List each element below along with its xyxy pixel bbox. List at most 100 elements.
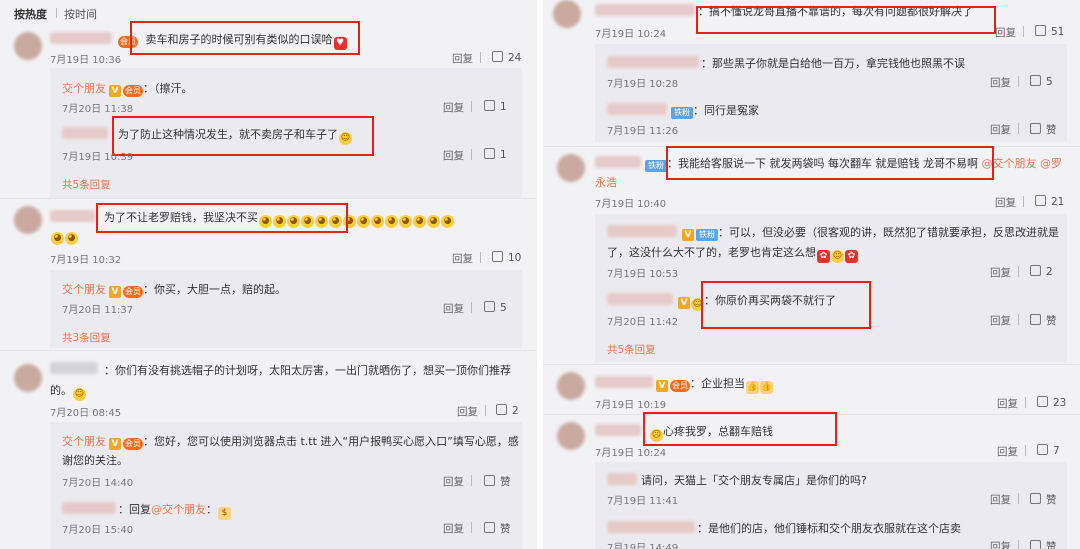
action-divider bbox=[1023, 26, 1024, 37]
reply-author-name[interactable]: 交个朋友 bbox=[62, 283, 106, 296]
avatar[interactable] bbox=[557, 154, 585, 182]
commenter-name-blurred[interactable] bbox=[595, 4, 695, 16]
avatar[interactable] bbox=[557, 372, 585, 400]
avatar[interactable] bbox=[553, 0, 581, 28]
commenter-name-blurred[interactable] bbox=[595, 156, 641, 168]
view-more-replies-link[interactable]: 共3条回复 bbox=[62, 330, 111, 345]
sort-divider bbox=[56, 8, 57, 18]
comment-time: 7月19日 10:19 bbox=[595, 400, 667, 411]
like-count: 10 bbox=[508, 252, 522, 264]
highlight-box bbox=[130, 21, 360, 55]
action-divider bbox=[471, 475, 472, 486]
reply-button[interactable]: 回复 bbox=[995, 195, 1016, 210]
avatar[interactable] bbox=[557, 422, 585, 450]
reply-button[interactable]: 回复 bbox=[452, 51, 473, 66]
commenter-name-blurred[interactable] bbox=[595, 376, 653, 388]
reply-button[interactable]: 回复 bbox=[443, 148, 464, 163]
commenter-name-blurred[interactable] bbox=[50, 210, 96, 222]
like-button[interactable]: 赞 bbox=[484, 521, 511, 536]
reply-button[interactable]: 回复 bbox=[457, 404, 478, 419]
comment-line-2: 的。 ☺ bbox=[50, 382, 86, 401]
action-divider bbox=[1023, 196, 1024, 207]
sort-by-time-tab[interactable]: 按时间 bbox=[64, 6, 97, 22]
reply-button[interactable]: 回复 bbox=[990, 122, 1011, 137]
reply-author-blurred[interactable] bbox=[607, 473, 637, 485]
reply-button[interactable]: 回复 bbox=[443, 521, 464, 536]
reply-author-blurred[interactable] bbox=[607, 521, 695, 533]
reply-button[interactable]: 回复 bbox=[452, 251, 473, 266]
like-count: 赞 bbox=[1046, 124, 1057, 136]
reply-time: 7月20日 11:42 bbox=[607, 317, 679, 328]
like-button[interactable]: 2 bbox=[496, 404, 519, 417]
thumbs-up-emoji-icon: 👍 bbox=[760, 381, 773, 394]
commenter-name-blurred[interactable] bbox=[595, 424, 641, 436]
like-button[interactable]: 24 bbox=[492, 51, 521, 64]
reply-author-blurred[interactable] bbox=[607, 103, 667, 115]
avatar[interactable] bbox=[14, 364, 42, 392]
like-button[interactable]: 51 bbox=[1035, 25, 1064, 38]
avatar[interactable] bbox=[14, 206, 42, 234]
thumbs-up-icon bbox=[484, 522, 495, 533]
reply-author-blurred[interactable] bbox=[607, 225, 677, 237]
like-button[interactable]: 赞 bbox=[1030, 539, 1057, 549]
like-button[interactable]: 1 bbox=[484, 148, 507, 161]
verified-badge: V bbox=[682, 229, 694, 241]
like-button[interactable]: 7 bbox=[1037, 444, 1060, 457]
reply-button[interactable]: 回复 bbox=[990, 265, 1011, 280]
action-divider bbox=[1018, 540, 1019, 549]
mention-link[interactable]: @罗 bbox=[1040, 157, 1062, 170]
reply-button[interactable]: 回复 bbox=[990, 313, 1011, 328]
like-button[interactable]: 赞 bbox=[1030, 122, 1057, 137]
like-button[interactable]: 赞 bbox=[1030, 313, 1057, 328]
reply-button[interactable]: 回复 bbox=[990, 539, 1011, 549]
sort-by-hot-tab[interactable]: 按热度 bbox=[14, 6, 47, 22]
reply-author-blurred[interactable] bbox=[62, 502, 116, 514]
reply-author-blurred[interactable] bbox=[62, 127, 108, 139]
like-button[interactable]: 5 bbox=[1030, 75, 1053, 88]
mention-link[interactable]: 永浩 bbox=[595, 176, 617, 189]
like-count: 赞 bbox=[1046, 494, 1057, 506]
reply-button[interactable]: 回复 bbox=[995, 25, 1016, 40]
reply-author-name[interactable]: 交个朋友 bbox=[62, 435, 106, 448]
view-more-replies-link[interactable]: 共5条回复 bbox=[607, 342, 656, 357]
reply-text: （擦汗。 bbox=[154, 82, 193, 95]
reply-button[interactable]: 回复 bbox=[443, 301, 464, 316]
reply-text: 请问，天猫上「交个朋友专属店」是你们的吗? bbox=[641, 474, 867, 487]
reply-text: ：同行是冤家 bbox=[693, 104, 759, 117]
view-more-replies-link[interactable]: 共5条回复 bbox=[62, 177, 111, 192]
mention-link[interactable]: @交个朋友 bbox=[151, 503, 206, 516]
like-button[interactable]: 23 bbox=[1037, 396, 1066, 409]
thumbs-up-icon bbox=[1030, 75, 1041, 86]
reply-button[interactable]: 回复 bbox=[990, 75, 1011, 90]
cat-emoji-icon: ◕ bbox=[357, 215, 370, 228]
like-button[interactable]: 赞 bbox=[484, 474, 511, 489]
commenter-name-blurred[interactable] bbox=[50, 32, 112, 44]
reply-author-blurred[interactable] bbox=[607, 293, 673, 305]
commenter-name-blurred[interactable] bbox=[50, 362, 98, 374]
highlight-box bbox=[112, 116, 374, 156]
reply-author-blurred[interactable] bbox=[607, 56, 699, 68]
like-button[interactable]: 5 bbox=[484, 301, 507, 314]
cat-emoji-icon: ◕ bbox=[413, 215, 426, 228]
reply-prefix: ：回复 bbox=[118, 503, 151, 516]
action-divider bbox=[471, 101, 472, 112]
like-button[interactable]: 21 bbox=[1035, 195, 1064, 208]
reply-text: ：是他们的店，他们锤标和交个朋友衣服就在这个店卖 bbox=[697, 522, 961, 535]
thumbs-up-icon bbox=[1035, 25, 1046, 36]
avatar[interactable] bbox=[14, 32, 42, 60]
like-button[interactable]: 10 bbox=[492, 251, 521, 264]
like-button[interactable]: 1 bbox=[484, 100, 507, 113]
like-button[interactable]: 2 bbox=[1030, 265, 1053, 278]
reply-button[interactable]: 回复 bbox=[990, 492, 1011, 507]
reply-button[interactable]: 回复 bbox=[997, 396, 1018, 411]
cat-emoji-icon: ◕ bbox=[385, 215, 398, 228]
reply-button[interactable]: 回复 bbox=[443, 100, 464, 115]
action-divider bbox=[471, 302, 472, 313]
reply-author-name[interactable]: 交个朋友 bbox=[62, 82, 106, 95]
reply-button[interactable]: 回复 bbox=[997, 444, 1018, 459]
like-button[interactable]: 赞 bbox=[1030, 492, 1057, 507]
reply-line: 交个朋友 V 会员 ：您好，您可以使用浏览器点击 t.tt 进入“用户报鸭买心愿入口”… bbox=[62, 433, 519, 450]
reply-button[interactable]: 回复 bbox=[443, 474, 464, 489]
action-divider bbox=[480, 52, 481, 63]
reply-time: 7月19日 10:28 bbox=[607, 79, 679, 90]
